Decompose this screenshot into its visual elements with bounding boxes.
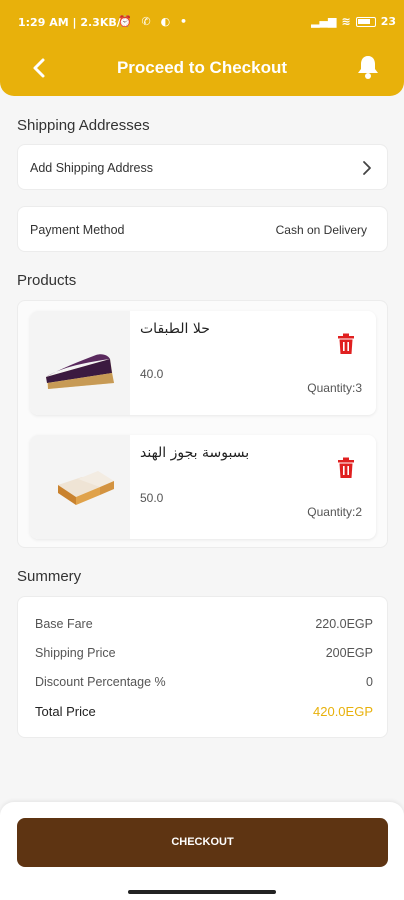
payment-method-row[interactable]: Payment Method Cash on Delivery [17,206,388,252]
notification-icons: ⏰ ✆ ◐ • [118,15,191,28]
status-time: 1:29 AM | 2.3KB/s [18,16,128,29]
product-name: حلا الطبقات [140,321,210,337]
total-price-value: 420.0EGP [313,704,373,719]
total-price-label: Total Price [35,704,96,719]
add-shipping-address-row[interactable]: Add Shipping Address [17,144,388,190]
products-section-title: Products [17,272,77,289]
payment-method-value: Cash on Delivery [275,223,367,237]
product-quantity: Quantity:3 [307,381,362,395]
base-fare-value: 220.0EGP [315,617,373,631]
checkout-button[interactable]: CHECKOUT [17,818,388,867]
shipping-price-value: 200EGP [325,646,373,660]
bottom-bar: CHECKOUT [0,802,404,900]
wifi-icon: ≋ [341,15,351,28]
home-indicator [128,890,276,894]
app-bar: Proceed to Checkout [0,40,404,96]
product-price: 50.0 [140,491,164,505]
product-price: 40.0 [140,367,164,381]
total-price-row: Total Price 420.0EGP [35,704,373,719]
chevron-right-icon [363,161,371,175]
battery-icon [355,16,376,27]
shipping-price-label: Shipping Price [35,646,116,660]
base-fare-row: Base Fare 220.0EGP [35,617,373,631]
page-title: Proceed to Checkout [116,58,288,77]
product-item[interactable]: حلا الطبقات 40.0 Quantity:3 [30,311,376,415]
base-fare-label: Base Fare [35,617,93,631]
shipping-price-row: Shipping Price 200EGP [35,646,373,660]
battery-level: 23 [380,15,396,28]
discount-value: 0 [366,675,373,689]
payment-method-label: Payment Method [30,223,125,237]
product-quantity: Quantity:2 [307,505,362,519]
product-image [30,311,130,415]
signal-icon: ▂▄▆ [311,15,337,28]
summary-card: Base Fare 220.0EGP Shipping Price 200EGP… [17,596,388,738]
add-shipping-address-label: Add Shipping Address [30,161,154,175]
bell-icon[interactable] [354,53,382,81]
status-bar: 1:29 AM | 2.3KB/s ⏰ ✆ ◐ • ▂▄▆ ≋ 23 [0,0,404,40]
system-icons: ▂▄▆ ≋ 23 [311,15,396,28]
product-name: بسبوسة بجوز الهند [140,445,250,461]
trash-icon[interactable] [336,457,356,479]
clock-time: 1:29 AM [18,16,69,29]
shipping-section-title: Shipping Addresses [17,117,150,134]
product-item[interactable]: بسبوسة بجوز الهند 50.0 Quantity:2 [30,435,376,539]
discount-label: Discount Percentage % [35,675,166,689]
products-list: حلا الطبقات 40.0 Quantity:3 بسبوسة بجوز … [17,300,388,548]
product-image [30,435,130,539]
trash-icon[interactable] [336,333,356,355]
discount-row: Discount Percentage % 0 [35,675,373,689]
summary-section-title: Summery [17,568,82,585]
